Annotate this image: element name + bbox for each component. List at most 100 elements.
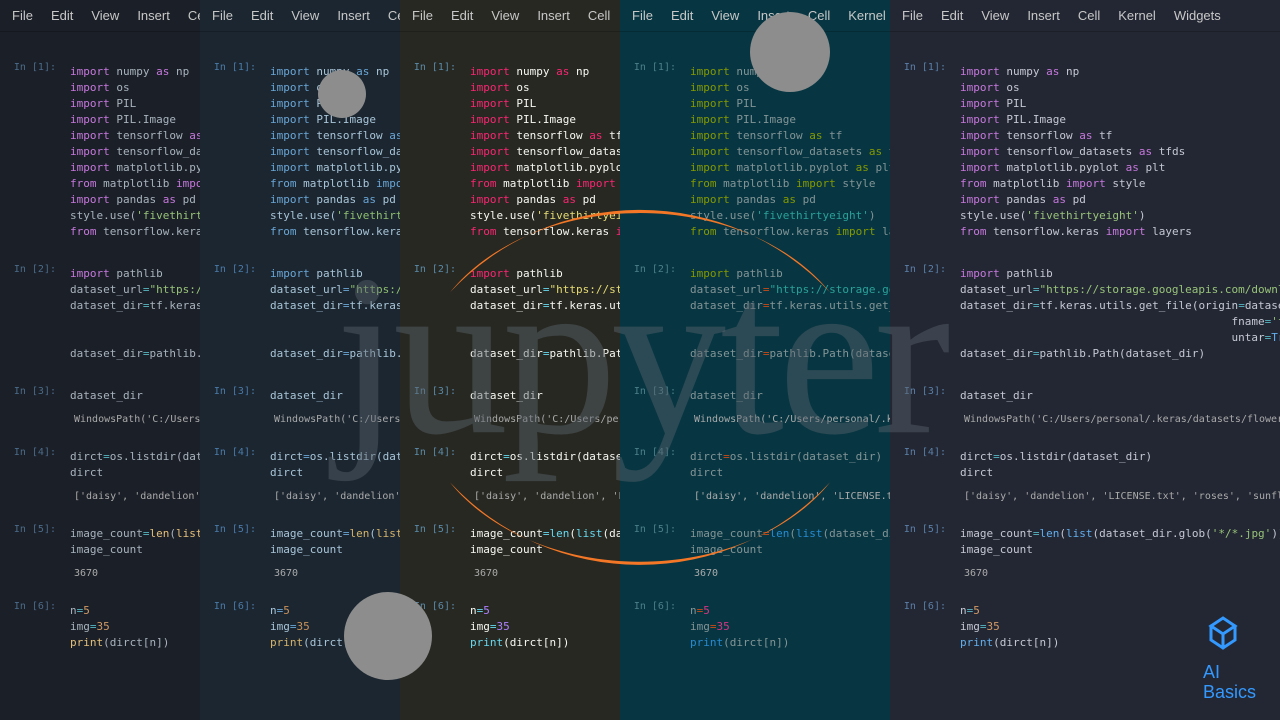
code-body[interactable]: image_count=len(list(dataset_dir.glob('*… [470,522,620,562]
code-body[interactable]: dataset_dir [960,384,1280,408]
token-name: img [690,620,710,633]
menu-view[interactable]: View [491,8,519,23]
cell-1[interactable]: In [1]:import numpy as npimport osimport… [400,56,620,248]
code-body[interactable]: n=5img=35print(dirct[n]) [960,599,1280,655]
token-punc: [ [763,636,770,649]
cell-6[interactable]: In [6]:n=5img=35print(dirct[n]) [890,595,1280,659]
cell-2[interactable]: In [2]:import pathlibdataset_url="https:… [890,258,1280,370]
code-body[interactable]: import pathlibdataset_url="https://stora… [960,262,1280,366]
cell-5[interactable]: In [5]:image_count=len(list(dataset_dir.… [890,518,1280,585]
menu-file[interactable]: File [902,8,923,23]
code-body[interactable]: import pathlibdataset_url="https://stora… [470,262,620,366]
code-line: import matplotlib.pyplot as plt [70,160,200,176]
menu-cell[interactable]: Cell [388,8,400,23]
cell-4[interactable]: In [4]:dirct=os.listdir(dataset_dir)dirc… [400,441,620,508]
menu-insert[interactable]: Insert [1027,8,1060,23]
menu-edit[interactable]: Edit [671,8,693,23]
menu-file[interactable]: File [632,8,653,23]
code-body[interactable]: dirct=os.listdir(dataset_dir)dirct [270,445,400,485]
cell-5[interactable]: In [5]:image_count=len(list(dataset_dir.… [620,518,890,585]
cell-6[interactable]: In [6]:n=5img=35print(dirct[n]) [620,595,890,659]
cell-6[interactable]: In [6]:n=5img=35print(dirct[n]) [0,595,200,659]
cell-5[interactable]: In [5]:image_count=len(list(dataset_dir.… [0,518,200,585]
cell-4[interactable]: In [4]:dirct=os.listdir(dataset_dir)dirc… [0,441,200,508]
cell-2[interactable]: In [2]:import pathlibdataset_url="https:… [0,258,200,370]
menu-view[interactable]: View [981,8,1009,23]
code-body[interactable]: image_count=len(list(dataset_dir.glob('*… [270,522,400,562]
code-body[interactable]: dataset_dir [690,384,890,408]
cell-3[interactable]: In [3]:dataset_dirWindowsPath('C:/Users/… [200,380,400,431]
code-body[interactable]: n=5img=35print(dirct[n]) [270,599,400,655]
code-line: image_count=len(list(dataset_dir.glob('*… [690,526,890,542]
cell-3[interactable]: In [3]:dataset_dirWindowsPath('C:/Users/… [620,380,890,431]
token-name: tf.keras.utils.get_file [349,299,400,312]
token-punc: ) [1139,209,1146,222]
cell-1[interactable]: In [1]:import numpy as npimport osimport… [620,56,890,248]
code-body[interactable]: import pathlibdataset_url="https://stora… [70,262,200,366]
cell-4[interactable]: In [4]:dirct=os.listdir(dataset_dir)dirc… [620,441,890,508]
token-punc [1066,193,1073,206]
token-num: 35 [497,620,510,633]
code-body[interactable]: dataset_dir [470,384,620,408]
code-body[interactable]: dirct=os.listdir(dataset_dir)dirct [960,445,1280,485]
menu-insert[interactable]: Insert [337,8,370,23]
code-body[interactable]: n=5img=35print(dirct[n]) [690,599,890,655]
menu-cell[interactable]: Cell [188,8,200,23]
code-body[interactable]: image_count=len(list(dataset_dir.glob('*… [960,522,1280,562]
code-line: import tensorflow as tf [690,128,890,144]
code-body[interactable]: import pathlibdataset_url="https://stora… [690,262,890,366]
cell-4[interactable]: In [4]:dirct=os.listdir(dataset_dir)dirc… [200,441,400,508]
cell-4[interactable]: In [4]:dirct=os.listdir(dataset_dir)dirc… [890,441,1280,508]
menu-view[interactable]: View [711,8,739,23]
menu-file[interactable]: File [12,8,33,23]
menu-cell[interactable]: Cell [808,8,830,23]
menu-kernel[interactable]: Kernel [1118,8,1156,23]
menu-edit[interactable]: Edit [941,8,963,23]
menu-insert[interactable]: Insert [757,8,790,23]
menu-kernel[interactable]: Kernel [848,8,886,23]
code-body[interactable]: import numpy as npimport osimport PILimp… [270,60,400,244]
cell-2[interactable]: In [2]:import pathlibdataset_url="https:… [200,258,400,370]
cell-1[interactable]: In [1]:import numpy as npimport osimport… [0,56,200,248]
cell-3[interactable]: In [3]:dataset_dirWindowsPath('C:/Users/… [400,380,620,431]
cell-2[interactable]: In [2]:import pathlibdataset_url="https:… [620,258,890,370]
cell-6[interactable]: In [6]:n=5img=35print(dirct[n]) [400,595,620,659]
menu-file[interactable]: File [412,8,433,23]
token-key: import [70,129,110,142]
cell-6[interactable]: In [6]:n=5img=35print(dirct[n]) [200,595,400,659]
menu-edit[interactable]: Edit [451,8,473,23]
cell-3[interactable]: In [3]:dataset_dirWindowsPath('C:/Users/… [0,380,200,431]
cell-2[interactable]: In [2]:import pathlibdataset_url="https:… [400,258,620,370]
cell-1[interactable]: In [1]:import numpy as npimport osimport… [200,56,400,248]
menu-insert[interactable]: Insert [537,8,570,23]
menu-edit[interactable]: Edit [51,8,73,23]
cell-5[interactable]: In [5]:image_count=len(list(dataset_dir.… [400,518,620,585]
code-body[interactable]: import numpy as npimport osimport PILimp… [470,60,620,244]
menu-cell[interactable]: Cell [1078,8,1100,23]
menu-cell[interactable]: Cell [588,8,610,23]
menu-widgets[interactable]: Widgets [1174,8,1221,23]
code-body[interactable]: dirct=os.listdir(dataset_dir)dirct [70,445,200,485]
menu-view[interactable]: View [91,8,119,23]
code-body[interactable]: dirct=os.listdir(dataset_dir)dirct [690,445,890,485]
code-body[interactable]: n=5img=35print(dirct[n]) [470,599,620,655]
code-body[interactable]: image_count=len(list(dataset_dir.glob('*… [70,522,200,562]
menu-insert[interactable]: Insert [137,8,170,23]
code-body[interactable]: dataset_dir [70,384,200,408]
cell-5[interactable]: In [5]:image_count=len(list(dataset_dir.… [200,518,400,585]
token-name: matplotlib [303,177,369,190]
code-body[interactable]: import numpy as npimport osimport PILimp… [70,60,200,244]
code-body[interactable]: import numpy as npimport osimport PILimp… [960,60,1280,244]
cell-1[interactable]: In [1]:import numpy as npimport osimport… [890,56,1280,248]
code-body[interactable]: import pathlibdataset_url="https://stora… [270,262,400,366]
cell-3[interactable]: In [3]:dataset_dirWindowsPath('C:/Users/… [890,380,1280,431]
menu-view[interactable]: View [291,8,319,23]
token-punc [1059,177,1066,190]
code-body[interactable]: import numpy as npimport osimport PILimp… [690,60,890,244]
menu-file[interactable]: File [212,8,233,23]
code-body[interactable]: image_count=len(list(dataset_dir.glob('*… [690,522,890,562]
menu-edit[interactable]: Edit [251,8,273,23]
code-body[interactable]: dataset_dir [270,384,400,408]
code-body[interactable]: n=5img=35print(dirct[n]) [70,599,200,655]
code-body[interactable]: dirct=os.listdir(dataset_dir)dirct [470,445,620,485]
